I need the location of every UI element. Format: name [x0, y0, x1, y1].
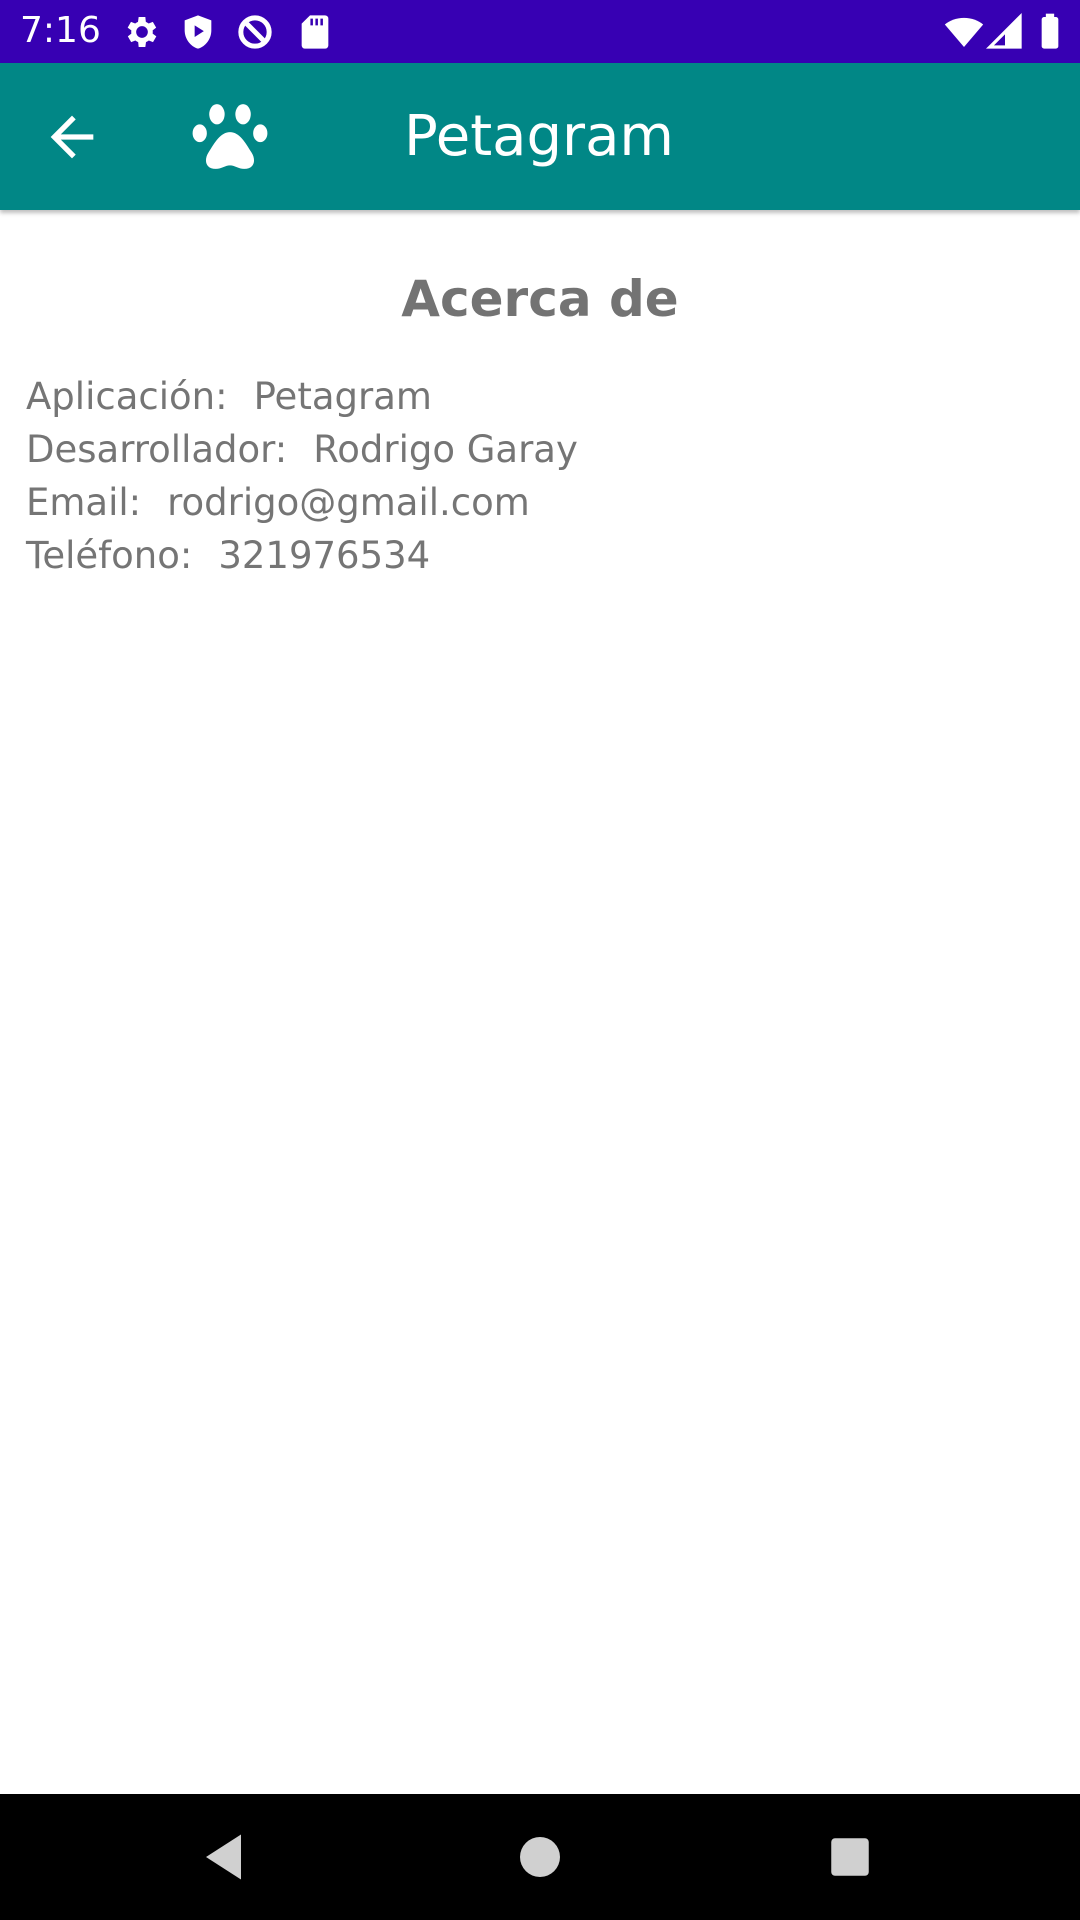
info-list: Aplicación: Petagram Desarrollador: Rodrig…	[26, 370, 578, 582]
info-label: Email:	[26, 481, 142, 524]
status-bar: 7:16	[0, 0, 1080, 63]
info-row-application: Aplicación: Petagram	[26, 370, 578, 423]
info-value: Rodrigo Garay	[313, 428, 578, 471]
info-value: rodrigo@gmail.com	[167, 481, 530, 524]
info-value: 321976534	[218, 534, 431, 577]
sd-card-icon	[301, 15, 329, 49]
data-saver-icon	[238, 15, 272, 49]
info-label: Desarrollador:	[26, 428, 288, 471]
arrow-back-icon[interactable]	[40, 105, 104, 169]
page-title: Acerca de	[401, 270, 679, 328]
navigation-bar	[0, 1794, 1080, 1920]
wifi-icon	[944, 17, 984, 47]
app-title: Petagram	[404, 104, 674, 169]
status-time: 7:16	[20, 10, 101, 51]
shield-play-icon	[184, 15, 212, 49]
battery-icon	[1041, 13, 1059, 49]
info-label: Teléfono:	[26, 534, 193, 577]
info-value: Petagram	[253, 375, 432, 418]
back-triangle-icon[interactable]	[196, 1827, 256, 1887]
signal-icon	[985, 12, 1022, 49]
info-row-developer: Desarrollador: Rodrigo Garay	[26, 423, 578, 476]
recents-square-icon[interactable]	[820, 1827, 880, 1887]
settings-icon	[127, 17, 157, 47]
paw-icon	[192, 104, 268, 169]
info-row-phone: Teléfono: 321976534	[26, 529, 578, 582]
home-circle-icon[interactable]	[510, 1827, 570, 1887]
info-label: Aplicación:	[26, 375, 228, 418]
app-bar: Petagram	[0, 63, 1080, 210]
info-row-email: Email: rodrigo@gmail.com	[26, 476, 578, 529]
